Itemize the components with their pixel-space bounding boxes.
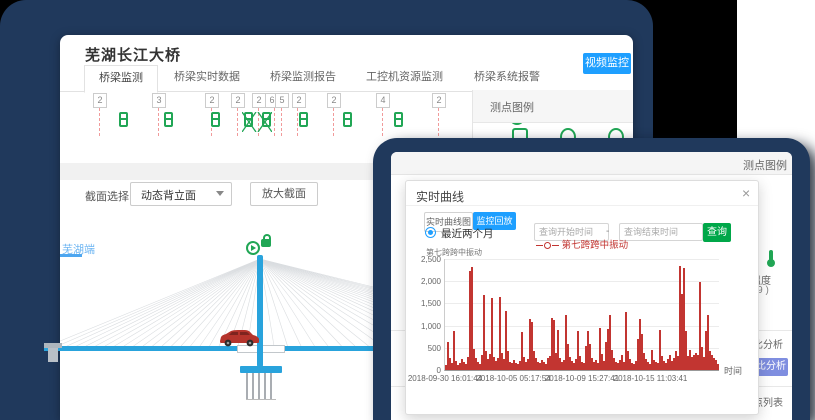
sensor-dashed-line — [99, 108, 100, 136]
legend-label: 第七跨跨中振动 — [562, 240, 629, 251]
chain-sensor-icon — [211, 112, 220, 127]
y-tick-label: 2,500 — [407, 255, 441, 264]
chain-sensor-icon — [164, 112, 173, 127]
lock-sensor-icon — [261, 239, 271, 247]
gridline — [445, 281, 719, 282]
chart-x-axis-title: 时间 — [724, 364, 742, 377]
bridge-piles — [246, 373, 276, 400]
sensor-dashed-line — [274, 108, 275, 136]
x-tick-label: 2018-10-09 15:27:41 — [545, 374, 619, 383]
sensor-count-box: 2 — [327, 93, 341, 108]
x-tick-label: 2018-10-05 05:17:54 — [476, 374, 550, 383]
bridge-tower — [257, 255, 263, 367]
sensor-count-box: 2 — [93, 93, 107, 108]
y-tick-label: 1,500 — [407, 299, 441, 308]
sensor-dashed-line — [237, 108, 238, 136]
sensor-count-box: 5 — [275, 93, 289, 108]
bridge-pier-cap — [240, 366, 282, 373]
time-range-separator: - — [606, 226, 609, 237]
sensor-dashed-line — [297, 108, 298, 136]
gridline — [445, 259, 719, 260]
realtime-curve-dialog: 实时曲线 × 实时曲线图 监控回放 最近两个月 查询开始时间 - 查询结束时间 … — [405, 180, 759, 415]
chain-sensor-icon — [299, 112, 308, 127]
section-select-value: 动态背立面 — [141, 187, 196, 203]
bridge-abutment — [44, 343, 62, 348]
sensor-dashed-line — [333, 108, 334, 136]
chain-sensor-icon — [394, 112, 403, 127]
overlay-legend-header: 测点图例 — [391, 152, 792, 175]
sensor-count-box: 2 — [205, 93, 219, 108]
dialog-title: 实时曲线 — [416, 188, 464, 205]
chevron-down-icon — [216, 191, 224, 200]
y-tick-label: 2,000 — [407, 277, 441, 286]
sensor-count-box: 2 — [252, 93, 266, 108]
x-tick-label: 2018-10-15 11:03:41 — [614, 374, 688, 383]
sensor-dashed-line — [382, 108, 383, 136]
close-icon[interactable]: × — [742, 185, 750, 201]
sensor-dashed-line — [438, 108, 439, 136]
overlay-legend-title: 测点图例 — [743, 157, 787, 173]
y-tick-label: 500 — [407, 344, 441, 353]
dialog-header-divider — [406, 205, 758, 206]
car-image — [218, 328, 260, 348]
crossed-sensor-lines-icon — [242, 112, 272, 132]
legend-line — [552, 245, 559, 246]
gridline — [445, 348, 719, 349]
sensor-dashed-line — [158, 108, 159, 136]
chain-sensor-icon — [343, 112, 352, 127]
legend-panel-title: 测点图例 — [490, 99, 534, 115]
sensor-count-box: 4 — [376, 93, 390, 108]
sensor-count-box: 2 — [292, 93, 306, 108]
vibration-chart: 2,5002,0001,5001,00050002018-09-30 16:01… — [444, 259, 719, 371]
sensor-count-box: 2 — [231, 93, 245, 108]
gridline — [445, 303, 719, 304]
gridline — [445, 326, 719, 327]
zoom-section-button[interactable]: 放大截面 — [250, 182, 318, 206]
sensor-dashed-line — [281, 108, 282, 136]
rotate-sensor-icon — [246, 241, 260, 255]
vibration-bar — [717, 364, 719, 370]
section-select-dropdown[interactable]: 动态背立面 — [130, 182, 232, 206]
legend-line — [536, 245, 543, 246]
legend-panel-header: 测点图例 — [473, 90, 633, 123]
bridge-abutment — [48, 348, 58, 362]
legend-circle-icon — [544, 242, 551, 249]
sensor-count-box: 2 — [432, 93, 446, 108]
y-tick-label: 1,000 — [407, 322, 441, 331]
thermometer-icon — [766, 250, 776, 268]
chain-sensor-icon — [119, 112, 128, 127]
x-tick-label: 2018-09-30 16:01:44 — [408, 374, 482, 383]
sensor-count-box: 3 — [152, 93, 166, 108]
